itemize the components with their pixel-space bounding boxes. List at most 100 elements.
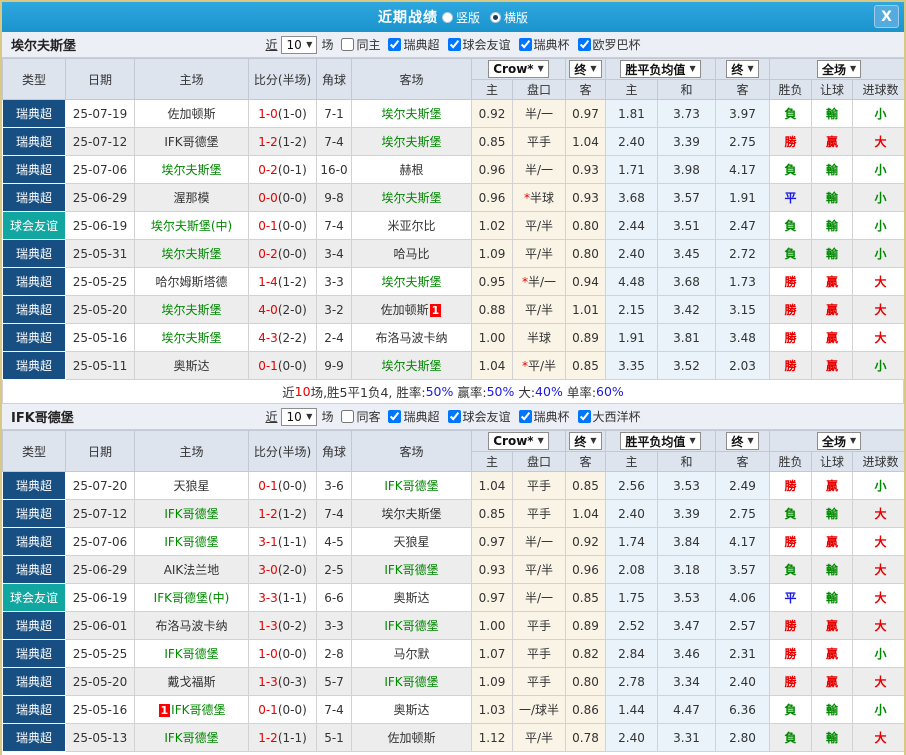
match-row: 瑞典超 25-05-31 埃尔夫斯堡 0-2(0-0) 3-4 哈马比 1.09… xyxy=(2,239,904,268)
avg-away-cell: 4.17 xyxy=(715,155,771,184)
col-goals: 进球数 xyxy=(852,79,904,100)
result-cell: 負 xyxy=(769,155,813,184)
away-team-cell: 佐加顿斯 1 xyxy=(351,295,472,324)
goals-result-cell: 大 xyxy=(852,527,904,556)
home-team-cell: 埃尔夫斯堡 xyxy=(134,323,249,352)
period-select[interactable]: 全场 ▼ xyxy=(816,60,862,78)
corner-cell: 16-0 xyxy=(316,155,352,184)
corner-cell: 7-4 xyxy=(316,127,352,156)
avg-odds-select[interactable]: 胜平负均值 ▼ xyxy=(620,432,701,450)
avg-away-cell: 6.36 xyxy=(715,695,771,724)
period-select[interactable]: 全场 ▼ xyxy=(816,432,862,450)
odds-final-select[interactable]: 终 ▼ xyxy=(569,432,602,450)
matches-tbody: 瑞典超 25-07-20 天狼星 0-1(0-0) 3-6 IFK哥德堡 1.0… xyxy=(2,471,904,752)
date-cell: 25-05-11 xyxy=(65,351,135,380)
record-summary: 近 10 场,胜5平1负4, 胜率: 50% 赢率: 50% 大: 40% 单率: 60% xyxy=(2,380,904,404)
match-count-select[interactable]: 10 ▼ xyxy=(281,35,318,54)
match-row: 瑞典超 25-07-06 埃尔夫斯堡 0-2(0-1) 16-0 赫根 0.96… xyxy=(2,155,904,184)
avg-draw-cell: 3.45 xyxy=(656,239,717,268)
match-row: 瑞典超 25-06-29 渥那模 0-0(0-0) 9-8 埃尔夫斯堡 0.96… xyxy=(2,183,904,212)
odds-away-cell: 0.93 xyxy=(565,183,606,212)
home-team-cell: 戴戈福斯 xyxy=(134,667,249,696)
first-match-badge: 1 xyxy=(429,304,442,317)
avg-home-cell: 2.40 xyxy=(605,499,658,528)
league-checkbox[interactable]: 瑞典超 xyxy=(384,408,440,425)
league-checkbox[interactable]: 大西洋杯 xyxy=(574,408,641,425)
score-cell: 1-2(1-1) xyxy=(248,723,317,752)
handicap-result-cell: 贏 xyxy=(811,127,854,156)
league-checkbox[interactable]: 瑞典超 xyxy=(384,36,440,53)
result-cell: 勝 xyxy=(769,323,813,352)
avg-draw-cell: 3.53 xyxy=(656,471,717,500)
odds-source-select[interactable]: Crow* ▼ xyxy=(488,432,549,450)
avg-away-cell: 2.31 xyxy=(715,639,771,668)
goals-result-cell: 大 xyxy=(852,323,904,352)
vertical-layout-label: 竖版 xyxy=(455,10,480,25)
odds-final-select[interactable]: 终 ▼ xyxy=(569,60,602,78)
league-type-cell: 球会友谊 xyxy=(2,211,66,240)
match-count-select[interactable]: 10 ▼ xyxy=(281,407,318,426)
home-team-cell: 哈尔姆斯塔德 xyxy=(134,267,249,296)
score-cell: 1-2(1-2) xyxy=(248,499,317,528)
date-cell: 25-07-06 xyxy=(65,527,135,556)
league-type-cell: 瑞典超 xyxy=(2,99,66,128)
same-venue-checkbox[interactable]: 同客 xyxy=(337,408,380,425)
date-cell: 25-07-20 xyxy=(65,471,135,500)
league-checkbox[interactable]: 瑞典杯 xyxy=(515,36,570,53)
avg-final-select[interactable]: 终 ▼ xyxy=(726,432,759,450)
recent-results-dialog: 近期战绩 竖版 横版 X 埃尔夫斯堡 近 10 ▼ 场 同主 瑞典超 球会友谊 … xyxy=(0,0,906,755)
col-avg-away: 客 xyxy=(715,451,771,472)
corner-cell: 3-4 xyxy=(316,239,352,268)
league-type-cell: 瑞典超 xyxy=(2,127,66,156)
away-team-cell: 埃尔夫斯堡 xyxy=(351,499,472,528)
col-avg-home: 主 xyxy=(605,79,658,100)
avg-odds-select[interactable]: 胜平负均值 ▼ xyxy=(620,60,701,78)
horizontal-layout-radio[interactable]: 横版 xyxy=(490,9,528,26)
league-checkbox[interactable]: 球会友谊 xyxy=(444,36,511,53)
match-row: 球会友谊 25-06-19 IFK哥德堡(中) 3-3(1-1) 6-6 奥斯达… xyxy=(2,583,904,612)
result-cell: 勝 xyxy=(769,639,813,668)
score-cell: 3-3(1-1) xyxy=(248,583,317,612)
corner-cell: 2-8 xyxy=(316,639,352,668)
handicap-line-cell: 一/球半 xyxy=(512,695,566,724)
layout-radio-group: 竖版 横版 xyxy=(441,9,528,26)
league-checkbox[interactable]: 球会友谊 xyxy=(444,408,511,425)
league-type-cell: 瑞典超 xyxy=(2,351,66,380)
handicap-result-cell: 輸 xyxy=(811,695,854,724)
score-cell: 3-1(1-1) xyxy=(248,527,317,556)
handicap-line-cell: 平手 xyxy=(512,127,566,156)
chevron-down-icon: ▼ xyxy=(590,436,597,445)
section-header-gothenburg: IFK哥德堡 近 10 ▼ 场 同客 瑞典超 球会友谊 瑞典杯 大西洋杯 xyxy=(2,404,904,430)
odds-home-cell: 1.00 xyxy=(471,323,513,352)
odds-source-select[interactable]: Crow* ▼ xyxy=(488,60,549,78)
avg-final-select[interactable]: 终 ▼ xyxy=(726,60,759,78)
matches-table-gothenburg: 类型 日期 主场 比分(半场) 角球 客场 Crow* ▼ 终 ▼ 胜平负均值 … xyxy=(2,430,904,752)
avg-away-cell: 4.06 xyxy=(715,583,771,612)
chevron-down-icon: ▼ xyxy=(590,64,597,73)
near-label: 近 xyxy=(265,38,278,52)
score-cell: 4-3(2-2) xyxy=(248,323,317,352)
col-result: 胜负 xyxy=(769,451,813,472)
avg-away-cell: 2.49 xyxy=(715,471,771,500)
date-cell: 25-07-12 xyxy=(65,499,135,528)
goals-result-cell: 大 xyxy=(852,499,904,528)
league-checkbox[interactable]: 欧罗巴杯 xyxy=(574,36,641,53)
league-checkbox[interactable]: 瑞典杯 xyxy=(515,408,570,425)
league-type-cell: 瑞典超 xyxy=(2,527,66,556)
chevron-down-icon: ▼ xyxy=(537,436,544,445)
vertical-layout-radio[interactable]: 竖版 xyxy=(441,9,480,26)
result-cell: 勝 xyxy=(769,127,813,156)
league-type-cell: 瑞典超 xyxy=(2,555,66,584)
away-team-cell: 埃尔夫斯堡 xyxy=(351,267,472,296)
close-button[interactable]: X xyxy=(874,5,899,28)
result-cell: 勝 xyxy=(769,351,813,380)
match-row: 瑞典超 25-05-20 埃尔夫斯堡 4-0(2-0) 3-2 佐加顿斯 1 0.… xyxy=(2,295,904,324)
radio-icon xyxy=(490,11,501,23)
score-cell: 1-3(0-3) xyxy=(248,667,317,696)
col-odds-home: 主 xyxy=(471,451,513,472)
goals-result-cell: 大 xyxy=(852,295,904,324)
same-venue-checkbox[interactable]: 同主 xyxy=(337,36,380,53)
odds-home-cell: 1.12 xyxy=(471,723,513,752)
odds-away-cell: 0.85 xyxy=(565,471,606,500)
league-type-cell: 瑞典超 xyxy=(2,267,66,296)
